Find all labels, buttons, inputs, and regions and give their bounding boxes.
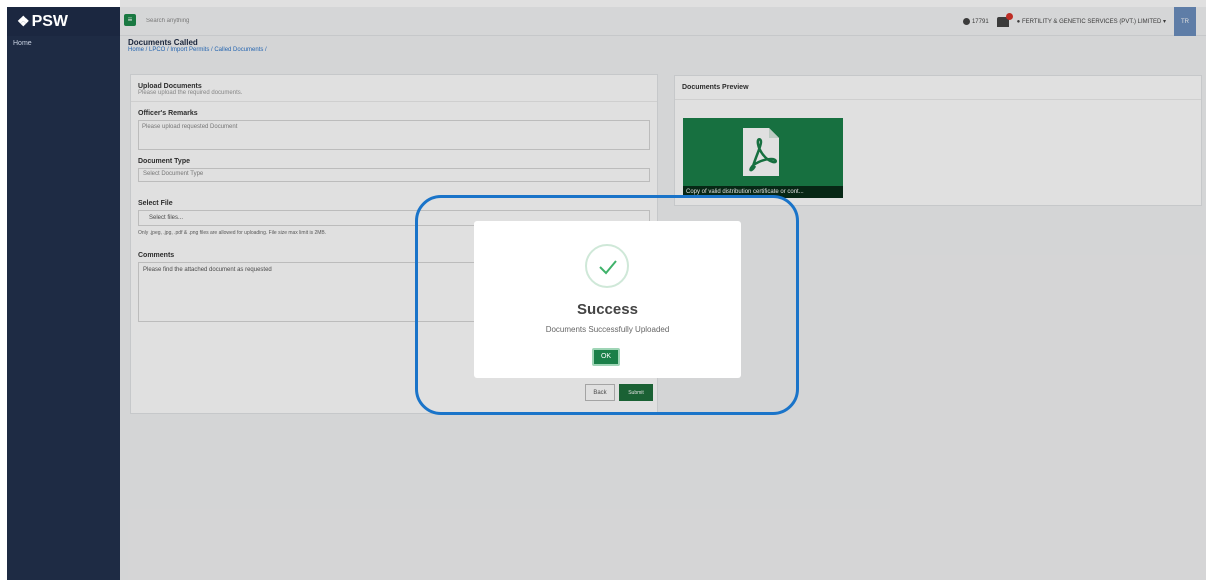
dialog-title: Success	[577, 301, 638, 318]
sidebar-item-home[interactable]: Home	[7, 36, 120, 51]
sidebar: ❖ PSW Home	[7, 7, 120, 580]
success-dialog: Success Documents Successfully Uploaded …	[474, 221, 741, 378]
dialog-message: Documents Successfully Uploaded	[545, 325, 670, 334]
psw-logo[interactable]: ❖ PSW	[7, 7, 120, 36]
ok-button[interactable]: OK	[592, 348, 620, 366]
logo-mark-icon: ❖	[17, 13, 30, 29]
logo-text: PSW	[31, 12, 69, 30]
success-check-icon	[585, 244, 629, 288]
